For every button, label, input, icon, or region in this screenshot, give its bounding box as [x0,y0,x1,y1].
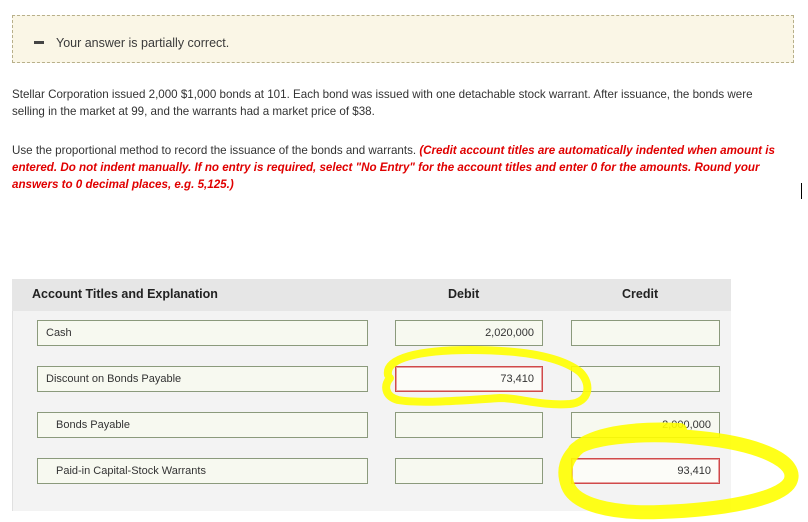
table-body: Cash 2,020,000 Discount on Bonds Payable… [12,311,731,511]
debit-field-row-1[interactable]: 2,020,000 [395,320,543,346]
instruction-text: Use the proportional method to record th… [12,144,420,157]
table-header: Account Titles and Explanation Debit Cre… [12,279,731,311]
debit-field-row-4[interactable] [395,458,543,484]
credit-field-row-1[interactable] [571,320,720,346]
instructions: Use the proportional method to record th… [12,142,787,193]
credit-field-row-4[interactable]: 93,410 [571,458,720,484]
credit-field-row-2[interactable] [571,366,720,392]
account-field-row-2[interactable]: Discount on Bonds Payable [37,366,368,392]
account-header: Account Titles and Explanation [32,287,218,301]
text-cursor [801,183,802,199]
credit-header: Credit [622,287,659,301]
credit-field-row-3[interactable]: 2,000,000 [571,412,720,438]
feedback-message: Your answer is partially correct. [56,36,230,50]
account-field-row-3[interactable]: Bonds Payable [37,412,368,438]
account-field-row-1[interactable]: Cash [37,320,368,346]
debit-header: Debit [448,287,480,301]
partial-correct-icon [34,41,44,44]
debit-field-row-2[interactable]: 73,410 [395,366,543,392]
account-field-row-4[interactable]: Paid-in Capital-Stock Warrants [37,458,368,484]
journal-entry-table: Account Titles and Explanation Debit Cre… [12,279,731,511]
problem-text: Stellar Corporation issued 2,000 $1,000 … [12,88,753,118]
debit-field-row-3[interactable] [395,412,543,438]
feedback-banner: Your answer is partially correct. [12,15,794,63]
